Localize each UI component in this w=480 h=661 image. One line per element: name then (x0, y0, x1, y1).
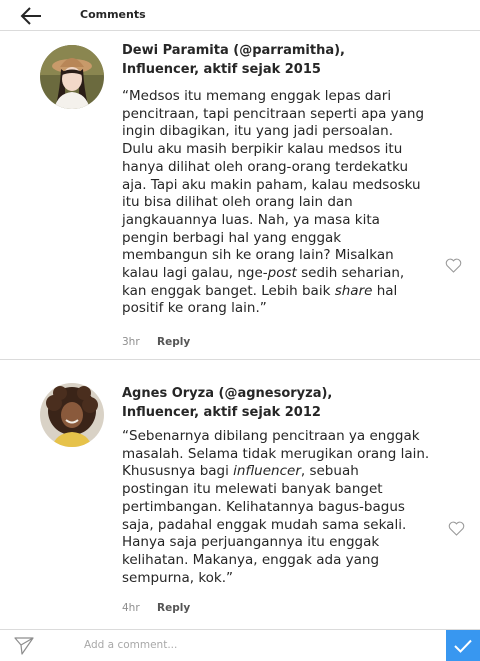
avatar[interactable] (40, 45, 104, 109)
comment-line: “Medsos itu memang enggak lepas dari (122, 88, 392, 104)
author-description: Influencer, aktif sejak 2015 (122, 62, 321, 77)
comment-line: postingan itu melewati banyak banget (122, 481, 383, 498)
comment-author: Dewi Paramita (@parramitha), Influencer,… (122, 41, 452, 79)
comment-line: “Sebenarnya dibilang pencitraan ya engga… (122, 428, 420, 444)
italic-term: influencer (233, 463, 301, 480)
comment-line: membangun sih ke orang lain? Misalkan (122, 247, 394, 264)
comment-line: kalau lagi galau, nge-post sedih seharia… (122, 265, 442, 283)
reply-button[interactable]: Reply (157, 336, 190, 348)
paper-plane-icon[interactable] (14, 637, 34, 655)
comment-line: kelihatan. Makanya, enggak ada yang (122, 551, 380, 568)
avatar[interactable] (40, 383, 104, 447)
post-button[interactable] (446, 630, 480, 661)
comment-text: “Sebenarnya dibilang pencitraan ya engga… (122, 428, 442, 587)
comment-line: sempurna, kok.” (122, 569, 234, 586)
comment-line: itu bisa dilihat oleh orang lain dan (122, 194, 353, 211)
comment-line: hanya dilihat oleh orang-orang terdekatk… (122, 158, 409, 175)
comment-line: masalah. Selama tidak merugikan orang la… (122, 445, 430, 462)
comment-item: Agnes Oryza (@agnesoryza), Influencer, a… (0, 364, 480, 628)
comment-text: “Medsos itu memang enggak lepas dari pen… (122, 88, 442, 318)
italic-term: share (334, 282, 373, 299)
comment-item: Dewi Paramita (@parramitha), Influencer,… (0, 31, 480, 360)
heart-icon[interactable] (445, 258, 462, 273)
comment-timestamp: 4hr (122, 602, 140, 614)
comment-line: Hanya saja perjuangannya itu enggak (122, 534, 380, 551)
comment-line: ingin dibagikan, itu yang jadi persoalan… (122, 123, 394, 140)
text-run: Khususnya bagi (122, 463, 234, 480)
top-bar: Comments (0, 0, 480, 31)
page-title: Comments (80, 8, 146, 21)
author-name[interactable]: Agnes Oryza (@agnesoryza), (122, 384, 452, 403)
comment-composer (0, 629, 480, 661)
comment-line: pertimbangan. Kelihatannya bagus-bagus (122, 498, 405, 515)
comment-line: kan enggak banget. Lebih baik share hal (122, 283, 442, 301)
comment-timestamp: 3hr (122, 336, 140, 348)
comment-line: Dulu aku masih berpikir kalau medsos itu (122, 141, 403, 158)
text-run: kan enggak banget. Lebih baik (122, 282, 335, 299)
author-name[interactable]: Dewi Paramita (@parramitha), (122, 41, 452, 60)
heart-icon[interactable] (448, 521, 465, 536)
italic-term: post (267, 265, 297, 282)
comment-meta: 3hr Reply (122, 336, 190, 348)
comment-input[interactable] (78, 634, 450, 656)
arrow-left-icon[interactable] (20, 6, 42, 26)
comment-meta: 4hr Reply (122, 602, 190, 614)
text-run: sedih seharian, (296, 265, 405, 282)
comment-line: Khususnya bagi influencer, sebuah (122, 463, 442, 481)
checkmark-icon (454, 639, 472, 653)
comment-line: positif ke orang lain.” (122, 300, 267, 317)
author-description: Influencer, aktif sejak 2012 (122, 405, 321, 420)
comment-line: pencitraan, tapi pencitraan seperti apa … (122, 105, 425, 122)
comment-line: jangkauannya luas. Nah, ya masa kita (122, 211, 380, 228)
comment-author: Agnes Oryza (@agnesoryza), Influencer, a… (122, 384, 452, 422)
text-run: hal (372, 282, 398, 299)
text-run: , sebuah (300, 463, 359, 480)
comment-line: aja. Tapi aku makin paham, kalau medsosk… (122, 176, 421, 193)
comment-line: saja, padahal enggak mudah sama sekali. (122, 516, 407, 533)
reply-button[interactable]: Reply (157, 602, 190, 614)
text-run: kalau lagi galau, nge- (122, 265, 268, 282)
comment-line: pengin berbagi hal yang enggak (122, 229, 342, 246)
